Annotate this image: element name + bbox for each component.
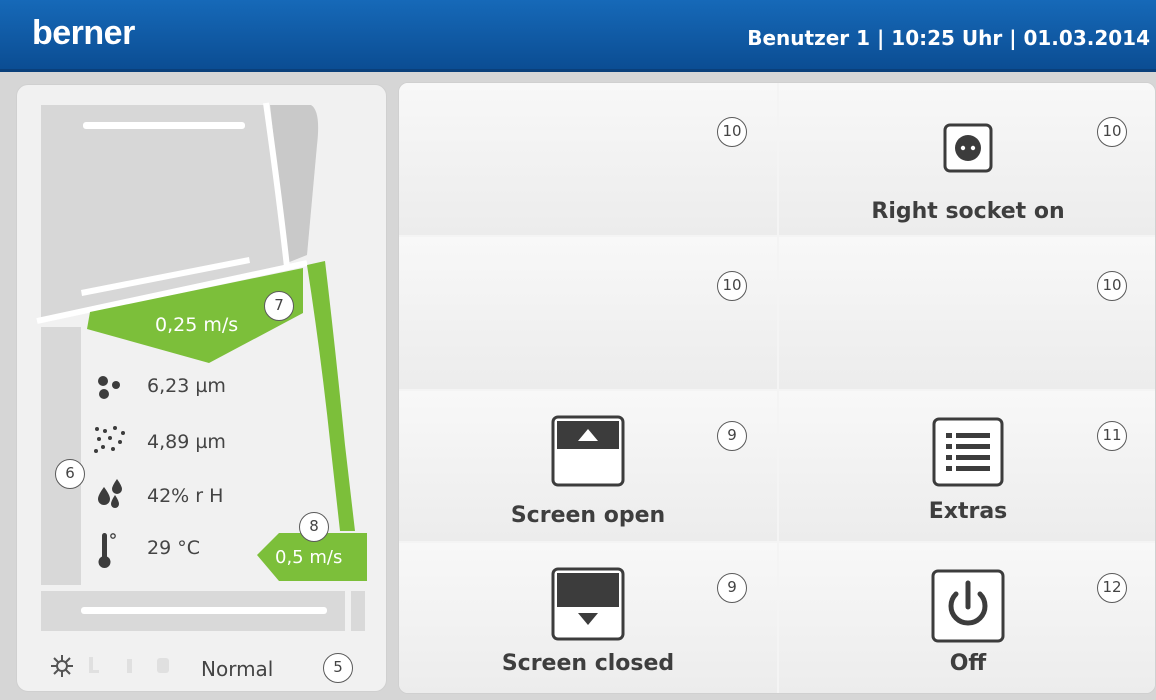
tile-marker: 9 xyxy=(717,573,747,603)
screen-closed-label: Screen closed xyxy=(501,651,675,676)
humidity-value: 42% r H xyxy=(147,485,224,507)
header-bar: berner Benutzer 1 | 10:25 Uhr | 01.03.20… xyxy=(0,0,1156,72)
tile-empty-3[interactable]: 10 xyxy=(779,237,1155,389)
tile-empty-1[interactable]: 10 xyxy=(399,83,777,235)
tile-marker: 9 xyxy=(717,421,747,451)
right-socket-button[interactable]: Right socket on 10 xyxy=(779,83,1155,235)
mode-label: Normal xyxy=(201,657,274,681)
control-tiles-grid: 10 Right socket on 10 10 10 Screen open … xyxy=(398,82,1156,694)
socket-icon xyxy=(943,123,993,177)
right-socket-label: Right socket on xyxy=(871,199,1065,224)
screen-up-icon xyxy=(551,415,625,491)
off-label: Off xyxy=(949,651,987,676)
airflow-top-value: 0,25 m/s xyxy=(155,314,239,336)
off-button[interactable]: Off 12 xyxy=(779,543,1155,693)
list-icon xyxy=(932,417,1004,491)
large-particles-value: 6,23 µm xyxy=(147,375,226,397)
small-particles-value: 4,89 µm xyxy=(147,431,226,453)
fume-hood-status-panel: 0,25 m/s 7 6,23 µm 4,89 µm 6 42% r H 29 … xyxy=(16,84,387,692)
power-icon xyxy=(931,569,1005,647)
airflow-bottom-value: 0,5 m/s xyxy=(275,547,343,568)
readings-marker: 6 xyxy=(55,459,85,489)
berner-logo: berner xyxy=(32,14,135,52)
temperature-value: 29 °C xyxy=(147,537,200,559)
extras-label: Extras xyxy=(928,499,1008,524)
tile-marker: 12 xyxy=(1097,573,1127,603)
extras-button[interactable]: Extras 11 xyxy=(779,391,1155,541)
airflow-top-marker: 7 xyxy=(264,291,294,321)
tile-marker: 10 xyxy=(717,117,747,147)
tile-marker: 10 xyxy=(717,271,747,301)
screen-open-button[interactable]: Screen open 9 xyxy=(399,391,777,541)
tile-empty-2[interactable]: 10 xyxy=(399,237,777,389)
tile-marker: 10 xyxy=(1097,117,1127,147)
airflow-bottom-marker: 8 xyxy=(299,512,329,542)
screen-open-label: Screen open xyxy=(510,503,666,528)
tile-marker: 10 xyxy=(1097,271,1127,301)
mode-marker: 5 xyxy=(323,653,353,683)
tile-marker: 11 xyxy=(1097,421,1127,451)
user-time-date: Benutzer 1 | 10:25 Uhr | 01.03.2014 xyxy=(747,26,1150,50)
screen-closed-button[interactable]: Screen closed 9 xyxy=(399,543,777,693)
screen-down-icon xyxy=(551,567,625,645)
